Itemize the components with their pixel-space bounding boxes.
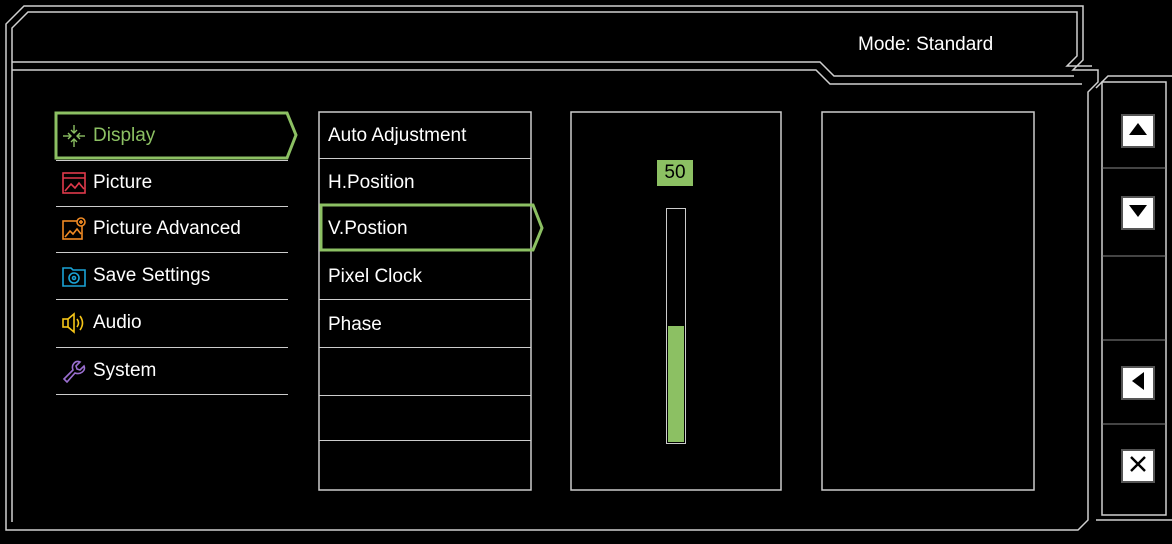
menu-item-label: Display bbox=[93, 125, 156, 146]
save-settings-icon bbox=[61, 263, 87, 289]
menu-item-label: Picture bbox=[93, 172, 153, 193]
exit-button[interactable] bbox=[1121, 449, 1155, 483]
submenu-item-h-position[interactable]: H.Position bbox=[328, 160, 528, 206]
menu-item-save-settings[interactable]: Save Settings bbox=[56, 253, 288, 299]
submenu-item-label: H.Position bbox=[328, 172, 415, 193]
menu-item-picture[interactable]: Picture bbox=[56, 160, 288, 206]
submenu-divider bbox=[319, 299, 531, 300]
menu-item-label: Picture Advanced bbox=[93, 218, 241, 239]
v-position-slider[interactable] bbox=[666, 208, 686, 444]
submenu-item-label: Pixel Clock bbox=[328, 266, 422, 287]
up-arrow-icon bbox=[1128, 122, 1148, 141]
picture-advanced-icon bbox=[61, 216, 87, 242]
audio-icon bbox=[61, 310, 87, 336]
down-button[interactable] bbox=[1121, 196, 1155, 230]
menu-item-label: Audio bbox=[93, 312, 142, 333]
picture-icon bbox=[61, 170, 87, 196]
back-button[interactable] bbox=[1121, 366, 1155, 400]
left-arrow-icon bbox=[1131, 371, 1145, 396]
submenu-item-label: V.Postion bbox=[328, 218, 408, 239]
submenu-divider bbox=[319, 347, 531, 348]
slider-fill bbox=[668, 326, 684, 442]
system-icon bbox=[61, 358, 87, 384]
submenu-item-phase[interactable]: Phase bbox=[328, 302, 528, 348]
menu-divider bbox=[56, 394, 288, 395]
submenu-item-label: Auto Adjustment bbox=[328, 125, 467, 146]
submenu-item-auto-adjustment[interactable]: Auto Adjustment bbox=[328, 113, 528, 159]
submenu-item-label: Phase bbox=[328, 314, 382, 335]
menu-item-audio[interactable]: Audio bbox=[56, 300, 288, 346]
down-arrow-icon bbox=[1128, 204, 1148, 223]
up-button[interactable] bbox=[1121, 114, 1155, 148]
menu-item-label: System bbox=[93, 360, 157, 381]
osd-screen: Mode: Standard Display Picture Picture A… bbox=[0, 0, 1172, 544]
submenu-divider bbox=[319, 440, 531, 441]
submenu-item-v-position[interactable]: V.Postion bbox=[328, 206, 528, 252]
menu-item-picture-advanced[interactable]: Picture Advanced bbox=[56, 206, 288, 252]
submenu-divider bbox=[319, 158, 531, 159]
submenu-divider bbox=[319, 395, 531, 396]
display-icon bbox=[61, 123, 87, 149]
close-icon bbox=[1129, 455, 1147, 478]
menu-item-display[interactable]: Display bbox=[56, 113, 288, 159]
menu-item-system[interactable]: System bbox=[56, 348, 288, 394]
submenu-item-pixel-clock[interactable]: Pixel Clock bbox=[328, 254, 528, 300]
value-readout: 50 bbox=[657, 160, 693, 186]
mode-label: Mode: Standard bbox=[858, 34, 994, 55]
menu-item-label: Save Settings bbox=[93, 265, 211, 286]
